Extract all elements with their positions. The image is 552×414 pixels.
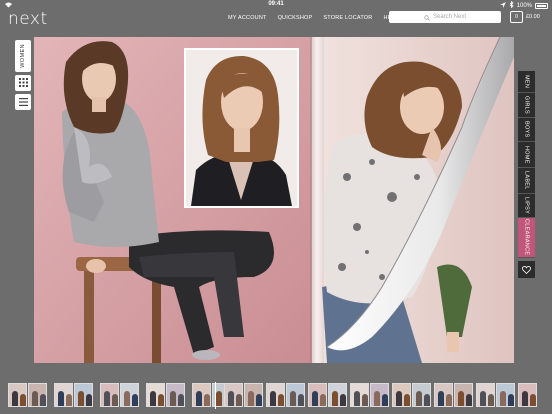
- tab-lipsy[interactable]: LIPSY: [518, 194, 535, 218]
- page-thumbnail[interactable]: [308, 383, 327, 407]
- bag-button[interactable]: 0: [510, 11, 523, 23]
- page-thumbnail[interactable]: [266, 383, 285, 407]
- page-thumbnail[interactable]: [244, 383, 263, 407]
- page-curl[interactable]: [312, 37, 522, 367]
- page-thumbnail[interactable]: [350, 383, 369, 407]
- page-thumbnail[interactable]: [28, 383, 47, 407]
- magazine-spread[interactable]: [34, 37, 514, 363]
- tab-women-label: WOMEN: [20, 44, 26, 68]
- tab-clearance[interactable]: CLEARANCE: [518, 218, 535, 258]
- tab-label[interactable]: LABEL: [518, 168, 535, 194]
- page-thumbnail[interactable]: [54, 383, 73, 407]
- department-tabs: MEN GIRLS BOYS HOME LABEL LIPSY CLEARANC…: [518, 71, 535, 278]
- thumbnail-divider: [215, 382, 216, 409]
- nav-my-account[interactable]: MY ACCOUNT: [228, 15, 267, 21]
- nav-quickshop[interactable]: QUICKSHOP: [278, 15, 313, 21]
- page-thumbnail[interactable]: [392, 383, 411, 407]
- page-thumbnail[interactable]: [74, 383, 93, 407]
- heart-icon: [522, 261, 531, 279]
- search-placeholder: Search Next: [432, 14, 466, 20]
- inset-photo[interactable]: [184, 48, 299, 208]
- tab-men[interactable]: MEN: [518, 71, 535, 93]
- top-header: next MY ACCOUNT QUICKSHOP STORE LOCATOR …: [0, 8, 552, 30]
- page-thumbnail-strip: [0, 380, 552, 410]
- grid-icon: [18, 74, 28, 92]
- page-thumbnail[interactable]: [434, 383, 453, 407]
- status-time: 09:41: [268, 1, 284, 7]
- tab-boys[interactable]: BOYS: [518, 118, 535, 142]
- page-thumbnail[interactable]: [454, 383, 473, 407]
- page-thumbnail[interactable]: [412, 383, 431, 407]
- top-nav: MY ACCOUNT QUICKSHOP STORE LOCATOR HELP: [228, 15, 399, 21]
- wishlist-button[interactable]: [518, 261, 535, 278]
- menu-button[interactable]: [15, 94, 31, 110]
- page-thumbnail[interactable]: [100, 383, 119, 407]
- page-thumbnail[interactable]: [496, 383, 515, 407]
- page-thumbnail[interactable]: [370, 383, 389, 407]
- page-thumbnail[interactable]: [476, 383, 495, 407]
- page-thumbnail[interactable]: [518, 383, 537, 407]
- hamburger-icon: [18, 93, 28, 111]
- page-thumbnail[interactable]: [146, 383, 165, 407]
- tab-home[interactable]: HOME: [518, 142, 535, 168]
- page-thumbnail[interactable]: [120, 383, 139, 407]
- page-thumbnail[interactable]: [328, 383, 347, 407]
- search-icon: [424, 8, 430, 26]
- brand-logo[interactable]: next: [8, 9, 48, 29]
- page-thumbnail[interactable]: [224, 383, 243, 407]
- tab-girls[interactable]: GIRLS: [518, 93, 535, 118]
- page-thumbnail[interactable]: [286, 383, 305, 407]
- page-thumbnail[interactable]: [192, 383, 211, 407]
- bag-total: £0.00: [526, 14, 540, 20]
- left-tabs: WOMEN: [15, 40, 31, 113]
- grid-view-button[interactable]: [15, 75, 31, 91]
- page-thumbnail[interactable]: [166, 383, 185, 407]
- tab-women[interactable]: WOMEN: [15, 40, 31, 72]
- nav-store-locator[interactable]: STORE LOCATOR: [323, 15, 372, 21]
- page-thumbnail[interactable]: [8, 383, 27, 407]
- search-input[interactable]: Search Next: [389, 11, 501, 23]
- left-page[interactable]: [34, 37, 312, 363]
